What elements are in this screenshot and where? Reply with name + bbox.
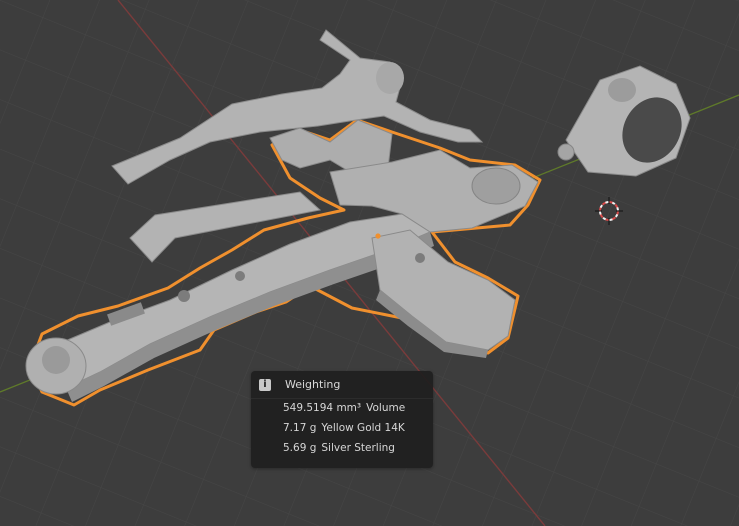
panel-title: Weighting — [285, 378, 341, 391]
info-icon: i — [259, 379, 271, 391]
weighting-info-panel: i Weighting 549.5194 mm³ Volume 7.17 g Yel… — [251, 371, 433, 468]
silver-weight-value: 5.69 g — [283, 442, 317, 454]
volume-row: 549.5194 mm³ Volume — [251, 398, 433, 418]
weighting-rows: 549.5194 mm³ Volume 7.17 g Yellow Gold 14K… — [251, 398, 433, 458]
gold-weight-label: Yellow Gold 14K — [321, 422, 405, 434]
gold-weight-row: 7.17 g Yellow Gold 14K — [251, 418, 433, 438]
silver-weight-label: Silver Sterling — [321, 442, 395, 454]
panel-header: i Weighting — [251, 371, 433, 399]
silver-weight-row: 5.69 g Silver Sterling — [251, 438, 433, 458]
volume-label: Volume — [366, 402, 406, 414]
gold-weight-value: 7.17 g — [283, 422, 317, 434]
volume-value: 549.5194 mm³ — [283, 402, 362, 414]
3d-viewport[interactable]: i Weighting 549.5194 mm³ Volume 7.17 g Yel… — [0, 0, 739, 526]
